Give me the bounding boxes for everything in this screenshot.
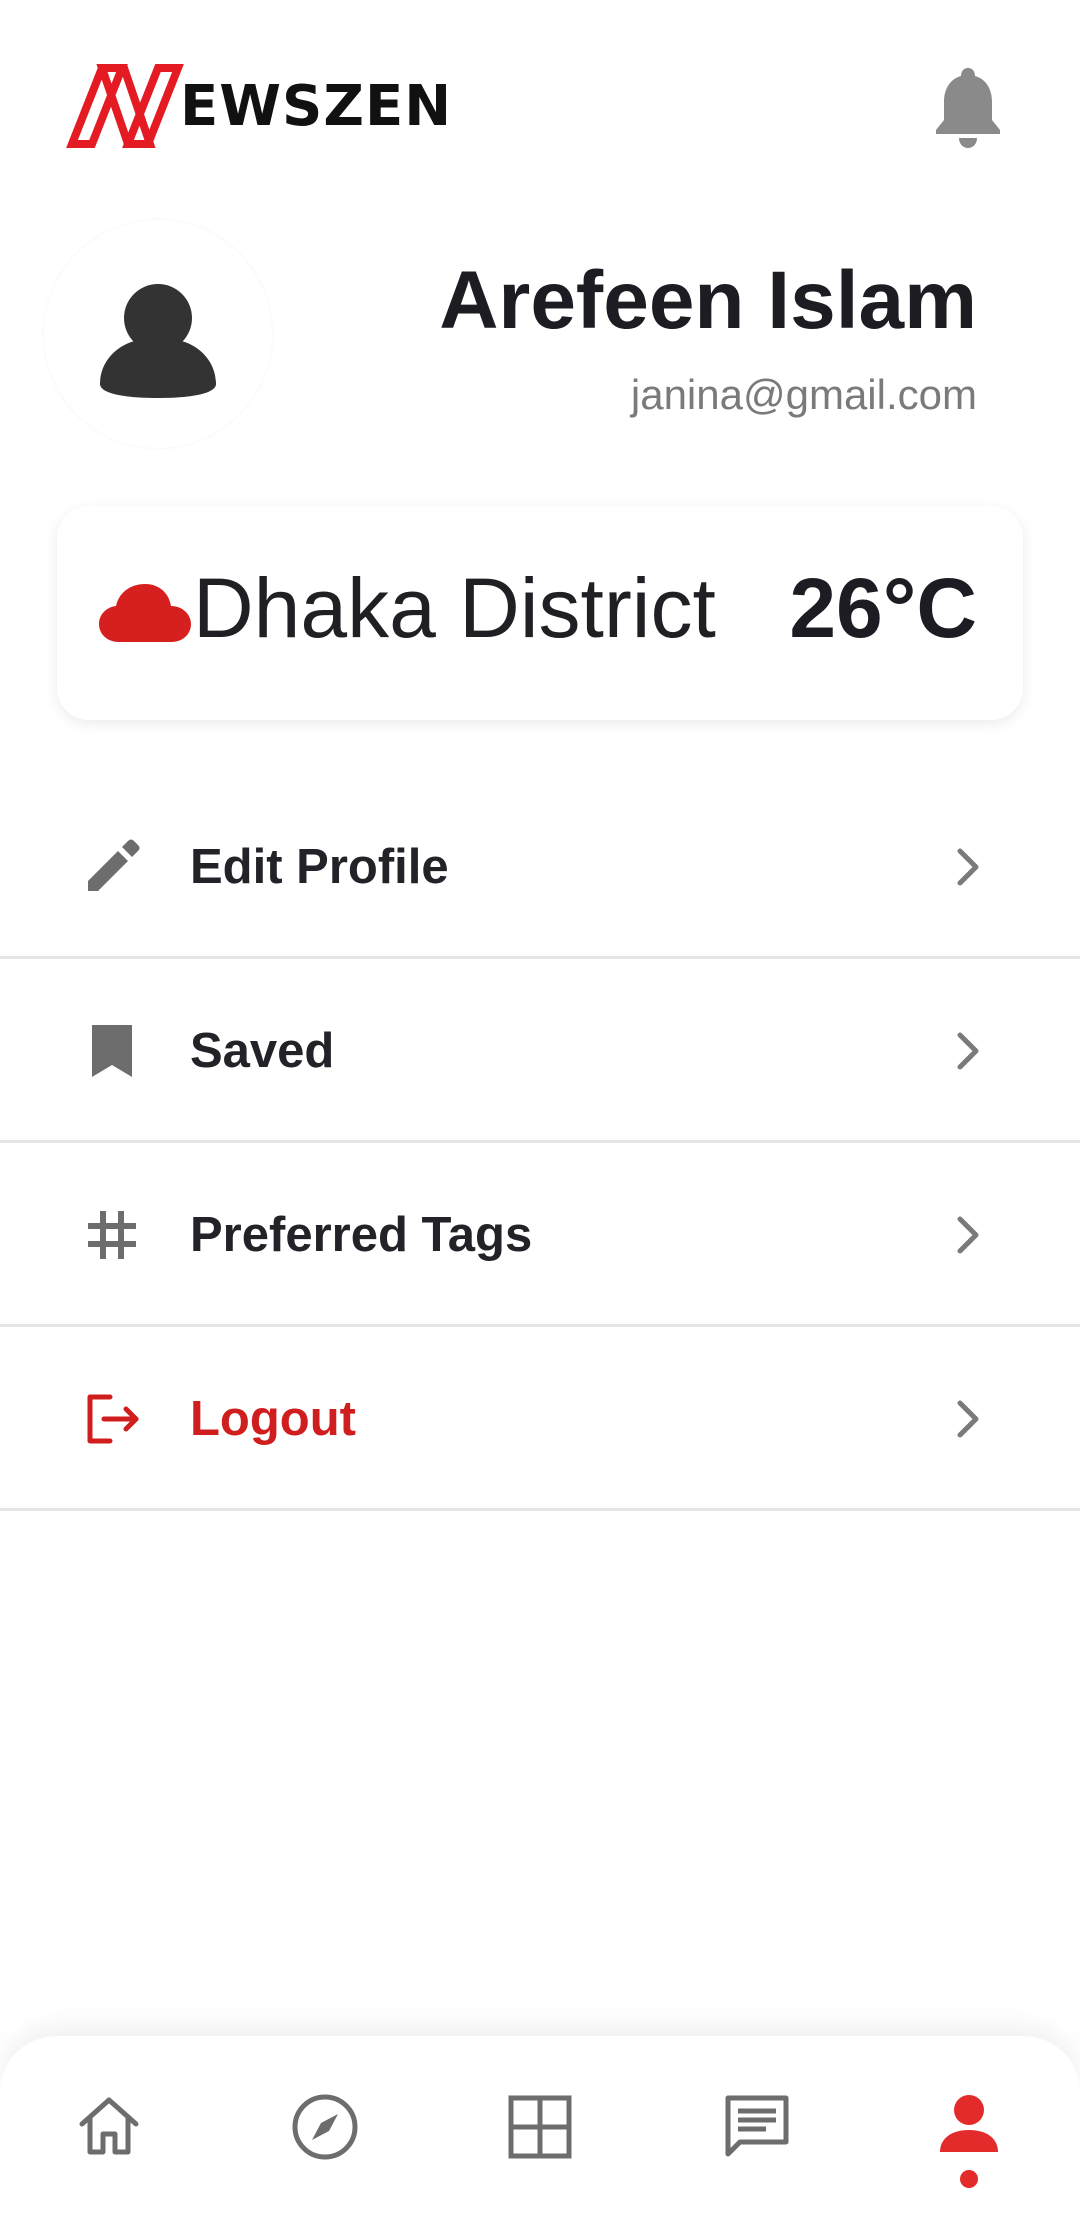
user-name: Arefeen Islam bbox=[439, 255, 977, 346]
user-avatar-icon bbox=[100, 284, 216, 398]
menu-label-saved: Saved bbox=[190, 1024, 335, 1078]
compass-icon bbox=[292, 2094, 358, 2160]
home-icon bbox=[79, 2097, 139, 2155]
menu-item-logout[interactable]: Logout bbox=[0, 1327, 1080, 1511]
logout-icon bbox=[87, 1394, 139, 1444]
nav-messages[interactable] bbox=[720, 2090, 794, 2164]
menu-icon-preferred-tags bbox=[82, 1205, 142, 1265]
bookmark-icon bbox=[92, 1025, 132, 1077]
newszen-logo-mark bbox=[66, 64, 184, 148]
menu-icon-edit-profile bbox=[82, 837, 142, 897]
notifications-button[interactable] bbox=[932, 66, 1004, 150]
nav-profile[interactable] bbox=[932, 2090, 1006, 2164]
weather-card: Dhaka District 26°C bbox=[57, 506, 1023, 720]
user-email: janina@gmail.com bbox=[630, 371, 977, 418]
nav-categories[interactable] bbox=[503, 2090, 577, 2164]
weather-temperature: 26°C bbox=[789, 561, 977, 655]
menu-icon-saved bbox=[82, 1021, 142, 1081]
chevron-right-icon bbox=[950, 1397, 986, 1441]
profile-menu: Edit Profile Saved Preferred Tags Logout bbox=[0, 775, 1080, 1511]
hashtag-icon bbox=[88, 1211, 136, 1259]
bottom-navigation bbox=[0, 2036, 1080, 2218]
menu-label-edit-profile: Edit Profile bbox=[190, 840, 449, 894]
menu-item-edit-profile[interactable]: Edit Profile bbox=[0, 775, 1080, 959]
weather-location: Dhaka District bbox=[193, 561, 716, 655]
chevron-right-icon bbox=[950, 1029, 986, 1073]
menu-item-saved[interactable]: Saved bbox=[0, 959, 1080, 1143]
chevron-right-icon bbox=[950, 1213, 986, 1257]
cloud-icon-wrapper bbox=[99, 582, 191, 644]
cloud-icon bbox=[99, 584, 191, 642]
menu-label-preferred-tags: Preferred Tags bbox=[190, 1208, 533, 1262]
active-indicator-dot bbox=[960, 2170, 978, 2188]
menu-icon-logout bbox=[82, 1389, 142, 1449]
pencil-icon bbox=[88, 839, 140, 891]
chat-icon bbox=[725, 2095, 789, 2157]
nav-explore[interactable] bbox=[288, 2090, 362, 2164]
profile-section: Arefeen Islam janina@gmail.com bbox=[0, 220, 1080, 450]
grid-icon bbox=[508, 2095, 572, 2159]
nav-home[interactable] bbox=[72, 2090, 146, 2164]
menu-label-logout: Logout bbox=[190, 1392, 356, 1446]
bell-icon bbox=[936, 68, 1000, 148]
chevron-right-icon bbox=[950, 845, 986, 889]
brand-name: EWSZEN bbox=[180, 74, 453, 139]
app-logo: EWSZEN bbox=[66, 60, 452, 154]
person-icon bbox=[940, 2095, 998, 2152]
menu-item-preferred-tags[interactable]: Preferred Tags bbox=[0, 1143, 1080, 1327]
avatar[interactable] bbox=[44, 220, 272, 448]
app-header: EWSZEN bbox=[0, 0, 1080, 200]
